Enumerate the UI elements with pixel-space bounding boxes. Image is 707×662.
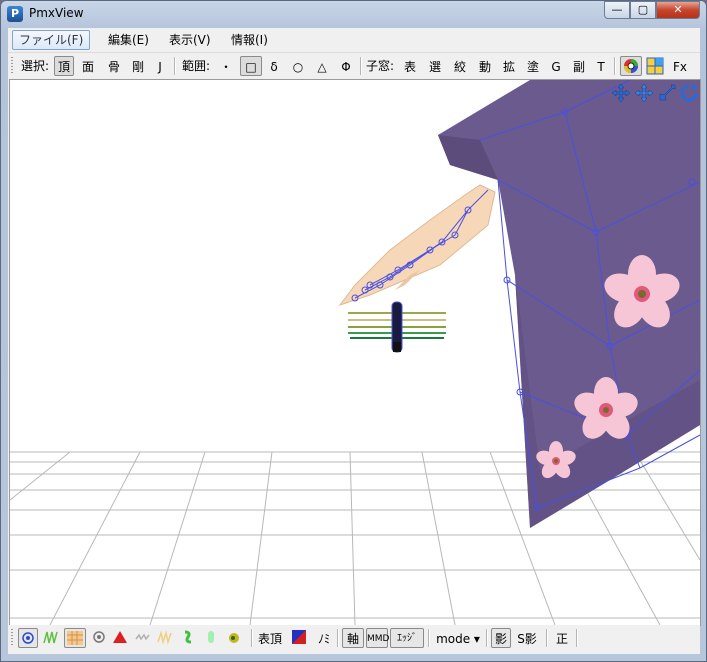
stripe-yellow-icon[interactable] bbox=[157, 629, 173, 645]
menu-bar: ファイル(F) 編集(E) 表示(V) 情報(I) bbox=[8, 28, 700, 52]
toolbar-separator bbox=[337, 629, 339, 647]
child-table-button[interactable]: 表 bbox=[400, 56, 420, 76]
child-filter-button[interactable]: 絞 bbox=[450, 56, 470, 76]
vertex-display-toggle[interactable] bbox=[18, 628, 38, 648]
child-select-button[interactable]: 選 bbox=[425, 56, 445, 76]
child-sub-button[interactable]: 副 bbox=[569, 56, 589, 76]
menu-file[interactable]: ファイル(F) bbox=[12, 30, 91, 50]
minimize-icon[interactable]: — bbox=[604, 1, 630, 19]
menu-info[interactable]: 情報(I) bbox=[225, 31, 274, 49]
child-scale-button[interactable]: 拡 bbox=[499, 56, 519, 76]
toolbar-separator bbox=[360, 57, 362, 75]
axis-toggle[interactable]: 軸 bbox=[342, 628, 364, 648]
select-label: 選択: bbox=[20, 59, 50, 73]
shadow-toggle[interactable]: 影 bbox=[491, 628, 511, 648]
child-move-button[interactable]: 動 bbox=[475, 56, 495, 76]
edge-toggle[interactable]: ｴｯｼﾞ bbox=[390, 628, 424, 648]
close-icon[interactable]: ✕ bbox=[656, 1, 700, 19]
title-bar: P PmxView — ▢ ✕ bbox=[1, 1, 706, 27]
mesh-display-toggle[interactable] bbox=[64, 628, 86, 648]
zoom-arrow-icon[interactable] bbox=[657, 83, 677, 103]
range-point-button[interactable]: ・ bbox=[216, 56, 236, 76]
weight-display-icon[interactable] bbox=[43, 629, 59, 645]
range-phi-button[interactable]: Φ bbox=[336, 56, 356, 76]
select-bone-button[interactable]: 骨 bbox=[104, 56, 124, 76]
range-triangle-button[interactable]: △ bbox=[312, 56, 332, 76]
range-rect-button[interactable]: □ bbox=[240, 56, 262, 76]
3d-viewport[interactable] bbox=[9, 79, 701, 626]
select-joint-button[interactable]: J bbox=[152, 56, 168, 76]
range-circle-button[interactable]: ○ bbox=[288, 56, 308, 76]
nomi-button[interactable]: ﾉﾐ bbox=[314, 628, 334, 648]
move-cross-icon[interactable] bbox=[611, 83, 631, 103]
fan-accessory bbox=[348, 301, 448, 353]
face-vertex-button[interactable]: 表頂 bbox=[256, 628, 284, 648]
toolbar-separator bbox=[546, 629, 548, 647]
self-shadow-button[interactable]: S影 bbox=[514, 628, 540, 648]
toolbar-separator bbox=[251, 629, 253, 647]
range-label: 範囲: bbox=[181, 59, 211, 73]
toolbar-grip[interactable] bbox=[11, 629, 13, 647]
menu-view[interactable]: 表示(V) bbox=[163, 31, 217, 49]
maximize-icon[interactable]: ▢ bbox=[630, 1, 656, 19]
toolbar-separator bbox=[174, 57, 176, 75]
rotate-icon[interactable] bbox=[679, 83, 699, 103]
window-title: PmxView bbox=[29, 6, 84, 20]
toolbar-separator bbox=[428, 629, 430, 647]
client-area: ファイル(F) 編集(E) 表示(V) 情報(I) 選択: 頂 面 骨 剛 J … bbox=[8, 28, 701, 654]
mmd-toggle[interactable]: MMD bbox=[366, 628, 389, 648]
child-g-button[interactable]: G bbox=[547, 56, 565, 76]
material-color-icon[interactable] bbox=[291, 629, 307, 645]
toolbar-separator bbox=[576, 629, 578, 647]
select-face-button[interactable]: 面 bbox=[78, 56, 98, 76]
pmxview-window: P PmxView — ▢ ✕ ファイル(F) 編集(E) 表示(V) 情報(I… bbox=[0, 0, 707, 662]
view-grid-color-icon[interactable] bbox=[645, 56, 665, 76]
window-controls: — ▢ ✕ bbox=[604, 1, 700, 19]
stripe-gray-icon[interactable] bbox=[135, 629, 151, 645]
mode-dropdown[interactable]: mode ▾ bbox=[433, 628, 483, 648]
pan-cross-icon[interactable] bbox=[634, 83, 654, 103]
app-icon: P bbox=[7, 6, 23, 22]
view-color-wheel-icon[interactable] bbox=[620, 56, 642, 76]
scene-render bbox=[10, 80, 700, 625]
red-triangle-icon[interactable] bbox=[112, 629, 128, 645]
yellow-joint-icon[interactable] bbox=[226, 629, 242, 645]
toolbar-separator bbox=[486, 629, 488, 647]
child-paint-button[interactable]: 塗 bbox=[523, 56, 543, 76]
select-rigid-button[interactable]: 剛 bbox=[128, 56, 148, 76]
toolbar-grip[interactable] bbox=[11, 57, 13, 75]
status-toolbar: 表頂 ﾉﾐ 軸 MMD ｴｯｼﾞ mode ▾ 影 S影 正 bbox=[8, 625, 700, 651]
green-link-icon[interactable] bbox=[180, 629, 196, 645]
menu-edit[interactable]: 編集(E) bbox=[102, 31, 155, 49]
front-view-button[interactable]: 正 bbox=[552, 628, 572, 648]
toolbar: 選択: 頂 面 骨 剛 J 範囲: ・ □ δ ○ △ Φ 子窓: 表 選 絞 … bbox=[8, 52, 700, 79]
point-display-icon[interactable] bbox=[91, 629, 107, 645]
toolbar-separator bbox=[614, 57, 616, 75]
range-delta-button[interactable]: δ bbox=[264, 56, 284, 76]
green-capsule-icon[interactable] bbox=[203, 629, 219, 645]
child-window-label: 子窓: bbox=[365, 59, 395, 73]
child-t-button[interactable]: T bbox=[593, 56, 609, 76]
fx-button[interactable]: Fx bbox=[668, 56, 692, 76]
select-vertex-button[interactable]: 頂 bbox=[54, 56, 74, 76]
